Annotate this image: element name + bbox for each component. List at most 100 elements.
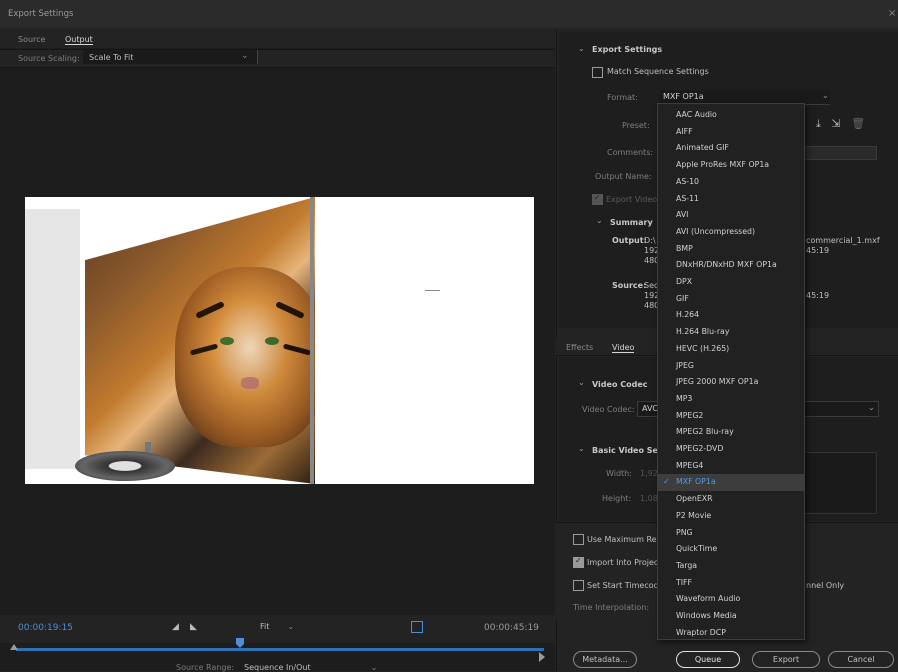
mark-in-icon[interactable]: ◢ [172,622,179,632]
use-max-render-checkbox[interactable] [573,534,584,545]
save-preset-icon[interactable]: ⤓ [816,117,821,130]
preview-image [25,197,534,484]
tv-stand-base [75,451,175,481]
tab-source[interactable]: Source [18,35,45,44]
output-summary-label: Output: [612,236,647,245]
format-option[interactable]: Apple ProRes MXF OP1a [658,157,804,174]
collapse-basic-icon[interactable]: ⌄ [578,444,585,453]
format-option[interactable]: Targa [658,558,804,575]
format-option[interactable]: TIFF [658,575,804,592]
width-label: Width: [606,469,632,478]
format-option[interactable]: JPEG [658,358,804,375]
crop-icon[interactable] [411,621,423,633]
current-timecode[interactable]: 00:00:19:15 [18,623,73,633]
format-option[interactable]: HEVC (H.265) [658,341,804,358]
time-interpolation-label: Time Interpolation: [573,603,650,612]
format-option[interactable]: H.264 [658,307,804,324]
format-option[interactable]: AVI [658,207,804,224]
import-preset-icon[interactable]: ⇲ [831,117,840,130]
output-line-1: D:\ [644,236,656,245]
video-codec-label: Video Codec: [582,405,635,414]
format-option[interactable]: Waveform Audio [658,591,804,608]
delete-preset-icon[interactable]: 🗑 [851,117,865,130]
use-max-render-label: Use Maximum Ren [587,535,662,544]
format-option[interactable]: OpenEXR [658,491,804,508]
format-option[interactable]: DPX [658,274,804,291]
output-name-label: Output Name: [595,172,652,181]
format-option[interactable]: JPEG 2000 MXF OP1a [658,374,804,391]
tv-edge [310,197,314,484]
format-option[interactable]: H.264 Blu-ray [658,324,804,341]
title-bar: Export Settings × [0,0,898,28]
format-option[interactable]: AIFF [658,124,804,141]
tab-output[interactable]: Output [65,35,93,45]
cancel-button[interactable]: Cancel [828,651,894,668]
format-option[interactable]: MPEG2 [658,408,804,425]
preset-icons: ⤓ ⇲ 🗑 [816,117,865,131]
video-codec-value: AVC [642,404,659,413]
tab-video[interactable]: Video [612,343,635,353]
format-option[interactable]: QuickTime [658,541,804,558]
import-into-project-label: Import Into Project [587,558,662,567]
close-icon[interactable]: × [888,8,896,19]
import-into-project-checkbox[interactable] [573,556,584,568]
format-option[interactable]: DNxHR/DNxHD MXF OP1a [658,257,804,274]
export-video-checkbox[interactable] [592,193,603,205]
mark-out-icon[interactable]: ◣ [190,622,197,632]
range-end-handle[interactable] [539,652,545,662]
end-timecode: 00:00:45:19 [484,623,539,633]
fit-select[interactable]: Fit ⌄ [260,622,294,631]
format-option[interactable]: BMP [658,241,804,258]
format-value: MXF OP1a [663,92,704,101]
export-button[interactable]: Export [752,651,820,668]
timeline-track[interactable] [16,648,544,651]
tab-effects[interactable]: Effects [566,343,593,352]
format-dropdown-menu: AAC Audio AIFF Animated GIF Apple ProRes MX… [657,103,805,640]
source-scaling-label: Source Scaling: [18,54,80,63]
range-start-handle[interactable] [10,644,18,650]
channel-only-label: nnel Only [806,581,845,590]
chevron-down-icon: ⌄ [241,51,249,61]
window-title: Export Settings [8,9,74,19]
comments-label: Comments: [607,148,654,157]
collapse-export-settings-icon[interactable]: ⌄ [578,44,585,53]
format-option[interactable]: Wraptor DCP [658,625,804,642]
match-sequence-checkbox[interactable] [592,67,603,78]
format-option[interactable]: P2 Movie [658,508,804,525]
source-summary-label: Source: [612,281,647,290]
format-option[interactable]: GIF [658,291,804,308]
format-option[interactable]: PNG [658,525,804,542]
format-option[interactable]: AVI (Uncompressed) [658,224,804,241]
format-option[interactable]: MPEG4 [658,458,804,475]
format-option[interactable]: AS-11 [658,191,804,208]
format-option[interactable]: AAC Audio [658,107,804,124]
export-settings-title: Export Settings [592,45,663,54]
format-option[interactable]: Animated GIF [658,140,804,157]
chevron-down-icon: ⌄ [868,403,875,412]
format-option[interactable]: Windows Media [658,608,804,625]
metadata-button[interactable]: Metadata... [573,651,637,668]
source-scaling-value: Scale To Fit [89,53,134,62]
source-scaling-select[interactable]: Scale To Fit ⌄ [83,50,258,64]
chevron-down-icon: ⌄ [822,91,829,100]
preview-dash [425,290,440,291]
summary-title: Summary [610,218,653,227]
format-option[interactable]: MPEG2 Blu-ray [658,424,804,441]
format-option[interactable]: MP3 [658,391,804,408]
format-label: Format: [607,93,638,102]
queue-button[interactable]: Queue [676,651,740,668]
set-start-timecode-checkbox[interactable] [573,580,584,591]
format-option[interactable]: ✓ MXF OP1a [658,474,804,492]
export-video-label: Export Video [606,195,658,204]
match-sequence-label: Match Sequence Settings [607,67,709,76]
tiger-face [175,267,315,447]
preset-label: Preset: [622,121,650,130]
tv-screen-image [85,197,315,484]
collapse-video-codec-icon[interactable]: ⌄ [578,378,585,387]
output-right-2: 45:19 [806,246,830,255]
format-option[interactable]: AS-10 [658,174,804,191]
tv-side-panel [25,209,80,469]
format-option[interactable]: MPEG2-DVD [658,441,804,458]
collapse-summary-icon[interactable]: ⌄ [596,216,603,225]
output-right-1: commercial_1.mxf [806,236,880,245]
